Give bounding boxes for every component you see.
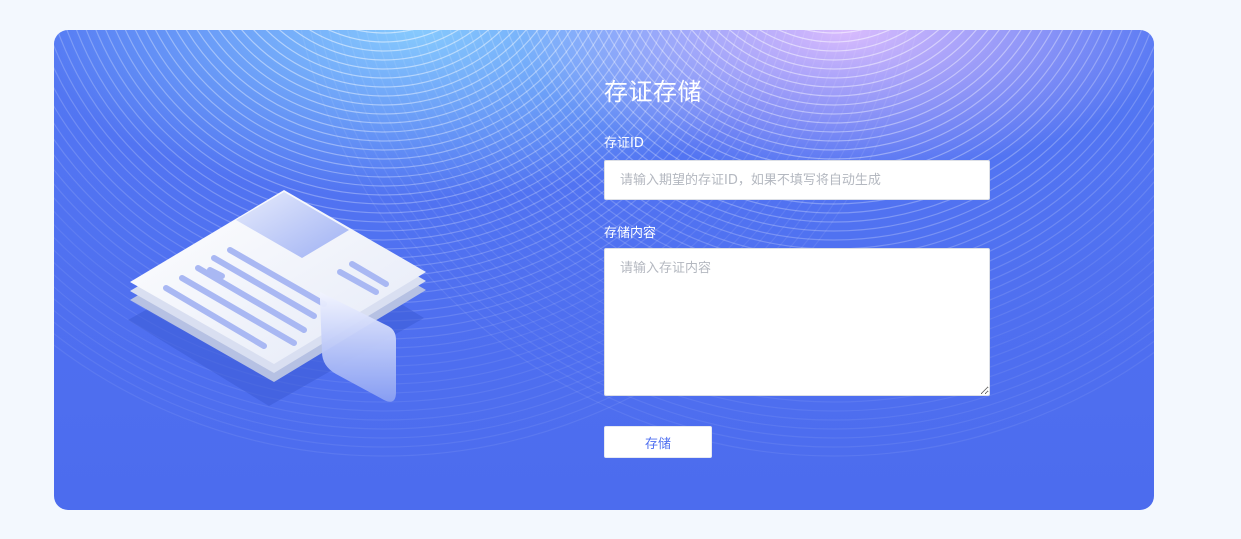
storage-card: 存证存储 存证ID 存储内容 存储	[54, 30, 1154, 510]
save-button[interactable]: 存储	[604, 426, 712, 458]
content-label: 存储内容	[604, 226, 657, 241]
evidence-id-label: 存证ID	[604, 136, 644, 151]
evidence-id-input[interactable]	[604, 160, 990, 200]
content-textarea[interactable]	[604, 248, 990, 396]
document-illustration	[128, 190, 426, 406]
page-title: 存证存储	[604, 78, 702, 106]
